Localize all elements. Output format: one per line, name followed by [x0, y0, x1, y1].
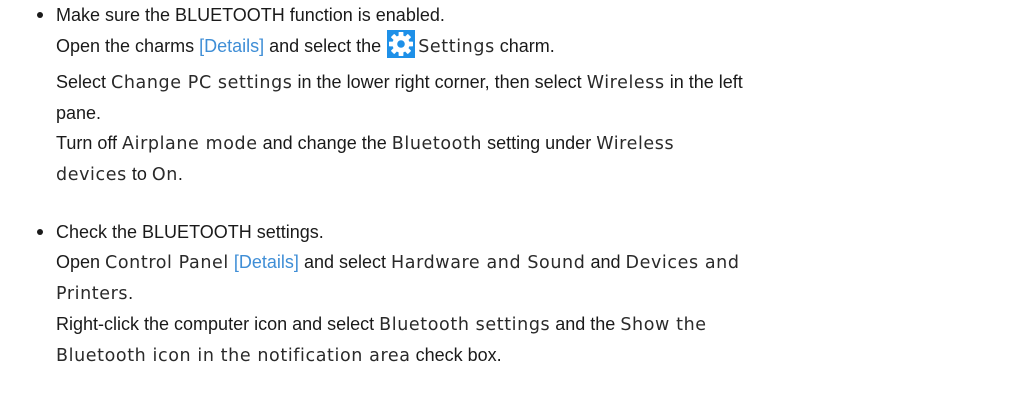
text: charm.	[494, 36, 555, 56]
text: and select the	[264, 36, 387, 56]
step-change-pc-settings: Select Change PC settings in the lower r…	[56, 67, 991, 98]
text: Select	[56, 72, 112, 92]
text: and select	[298, 252, 391, 272]
step-airplane-mode: Turn off Airplane mode and change the Bl…	[56, 128, 991, 159]
bullet-icon	[37, 12, 43, 18]
gear-icon	[387, 30, 416, 58]
text: .	[177, 164, 183, 184]
step-right-click-computer: Right-click the computer icon and select…	[56, 309, 991, 340]
text: to	[126, 164, 152, 184]
help-page: Make sure the BLUETOOTH function is enab…	[0, 0, 1009, 393]
step-open-control-panel: Open Control Panel [Details] and select …	[56, 247, 991, 278]
ui-airplane-mode: Airplane mode	[122, 134, 258, 154]
text: Open	[56, 252, 106, 272]
ui-wireless-devices-a: Wireless	[596, 134, 675, 154]
item-heading: Check the BLUETOOTH settings.	[56, 222, 324, 242]
ui-devices-and-printers-a: Devices and	[625, 253, 740, 273]
ui-control-panel: Control Panel	[105, 253, 229, 273]
text: in the left	[664, 72, 743, 92]
list-item-check-bluetooth: Check the BLUETOOTH settings. Open Contr…	[0, 217, 1009, 371]
text: Turn off	[56, 133, 123, 153]
ui-wireless: Wireless	[586, 73, 665, 93]
ui-bluetooth-settings: Bluetooth settings	[379, 315, 551, 335]
ui-hardware-and-sound: Hardware and Sound	[391, 253, 586, 273]
instruction-list: Make sure the BLUETOOTH function is enab…	[0, 0, 1009, 371]
text: setting under	[482, 133, 597, 153]
text: and change the	[257, 133, 392, 153]
text: and the	[550, 314, 621, 334]
settings-charm-label: Settings	[418, 37, 495, 57]
text: and	[585, 252, 626, 272]
text: check box.	[410, 345, 502, 365]
text: pane.	[56, 103, 102, 123]
ui-change-pc-settings: Change PC settings	[111, 73, 293, 93]
step-open-control-panel-cont: Printers.	[56, 278, 991, 309]
text: Open the charms	[56, 36, 200, 56]
ui-bluetooth: Bluetooth	[391, 134, 483, 154]
step-change-pc-settings-cont: pane.	[56, 98, 991, 128]
step-open-charms: Open the charms [Details] and select the…	[56, 30, 991, 62]
text: .	[128, 283, 134, 303]
step-right-click-computer-cont: Bluetooth icon in the notification area …	[56, 340, 991, 371]
text: in the lower right corner, then select	[292, 72, 587, 92]
step-airplane-mode-cont: devices to On.	[56, 159, 991, 190]
ui-wireless-devices-b: devices	[56, 165, 127, 185]
ui-show-bluetooth-icon-a: Show the	[620, 315, 707, 335]
details-link[interactable]: [Details]	[234, 252, 299, 272]
details-link[interactable]: [Details]	[199, 36, 264, 56]
ui-on: On	[151, 165, 178, 185]
ui-devices-and-printers-b: Printers	[56, 284, 129, 304]
ui-show-bluetooth-icon-b: Bluetooth icon in the notification area	[56, 346, 411, 366]
bullet-icon	[37, 229, 43, 235]
item-heading: Make sure the BLUETOOTH function is enab…	[56, 5, 445, 25]
list-item-enable-bluetooth: Make sure the BLUETOOTH function is enab…	[0, 0, 1009, 190]
text: Right-click the computer icon and select	[56, 314, 380, 334]
